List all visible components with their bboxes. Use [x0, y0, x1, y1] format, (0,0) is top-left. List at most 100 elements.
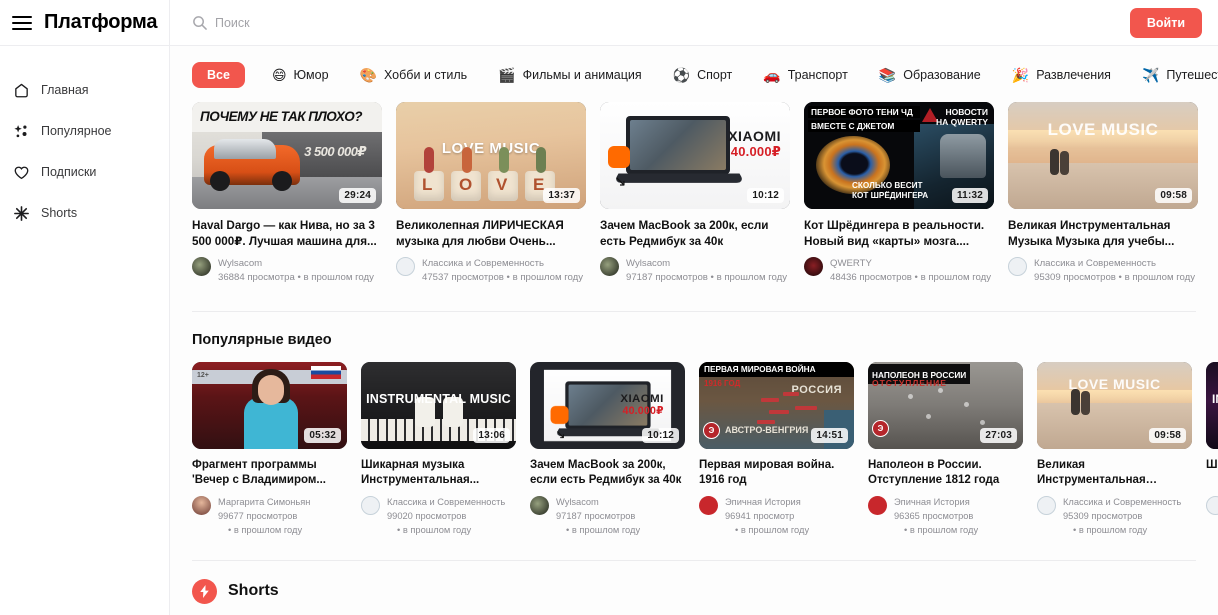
chip-label: Юмор [293, 68, 329, 82]
popular-video-card[interactable]: LOVE MUSIC 09:58 Великая Инструментальна… [1037, 361, 1192, 538]
video-title[interactable]: Шикарная музыка Инструментальная... [361, 458, 516, 489]
channel-name[interactable]: QWERTY [830, 257, 991, 271]
video-title[interactable]: Великая Инструментальная Музыка Музыка д… [1008, 218, 1198, 249]
video-title[interactable]: Наполеон в России. Отступление 1812 года [868, 458, 1023, 489]
channel-avatar[interactable] [699, 495, 718, 515]
popular-video-card[interactable]: INSTRUMENTAL MUSIC 13:06 Шикарная музыка… [361, 361, 516, 538]
category-chip-films[interactable]: 🎬 Фильмы и анимация [498, 68, 642, 82]
video-title[interactable]: Haval Dargo — как Нива, но за 3 500 000₽… [192, 218, 382, 249]
channel-name[interactable]: Эпичная История [725, 496, 809, 510]
video-duration-badge: 29:24 [339, 188, 376, 203]
category-chip-all[interactable]: Все [192, 62, 245, 88]
login-button[interactable]: Войти [1129, 7, 1202, 38]
video-thumbnail[interactable]: ↘ XIAOMI 40.000₽ 10:12 [530, 361, 685, 449]
channel-name[interactable]: Классика и Современность [422, 257, 583, 271]
category-chip-humor[interactable]: 😄 Юмор [272, 68, 329, 82]
video-thumbnail[interactable]: ПЕРВАЯ МИРОВАЯ ВОЙНА 1916 ГОД РОССИЯ АВС… [699, 361, 854, 449]
channel-name[interactable]: Эпичная История [894, 496, 978, 510]
sparkle-icon [14, 124, 27, 137]
popular-video-card[interactable]: ↘ XIAOMI 40.000₽ 10:12 Зачем MacBook за … [530, 361, 685, 538]
video-thumbnail[interactable]: LOVE MUSIC 09:58 [1037, 361, 1192, 449]
category-chip-entertainment[interactable]: 🎉 Развлечения [1012, 68, 1111, 82]
video-thumbnail[interactable]: LOVE MUSIC 09:58 [1008, 102, 1198, 209]
video-thumbnail[interactable]: 12+ 05:32 [192, 361, 347, 449]
sidebar-item-subscriptions[interactable]: Подписки [0, 156, 169, 188]
channel-avatar[interactable] [192, 257, 211, 277]
video-age: • в прошлом году [397, 524, 472, 535]
video-duration-badge: 13:06 [473, 427, 510, 443]
hamburger-menu-icon[interactable] [12, 12, 34, 34]
video-title[interactable]: Зачем MacBook за 200к, если есть Редмибу… [530, 458, 685, 489]
video-title[interactable]: Великолепная ЛИРИЧЕСКАЯ музыка для любви… [396, 218, 586, 249]
video-stats: 36884 просмотра • в прошлом году [218, 272, 374, 284]
popular-video-card[interactable]: НАПОЛЕОН В РОССИИ ОТСТУПЛЕНИЕ Э 27:03 На… [868, 361, 1023, 538]
channel-name[interactable]: Маргарита Симоньян [218, 496, 310, 510]
video-title[interactable]: Фрагмент программы 'Вечер с Владимиром..… [192, 458, 347, 489]
video-title[interactable]: Великая Инструментальная Музыка Музыка д… [1037, 458, 1192, 489]
popular-video-card[interactable]: ПЕРВАЯ МИРОВАЯ ВОЙНА 1916 ГОД РОССИЯ АВС… [699, 361, 854, 538]
channel-avatar[interactable] [192, 495, 211, 515]
video-title[interactable]: Зачем MacBook за 200к, если есть Редмибу… [600, 218, 790, 249]
video-card[interactable]: ПЕРВОЕ ФОТО ТЕНИ ЧД ВМЕСТЕ С ДЖЕТОМ НОВО… [804, 102, 994, 285]
channel-avatar[interactable] [530, 495, 549, 515]
channel-name[interactable]: Wylsacom [218, 257, 374, 271]
mi-logo-icon [550, 405, 569, 424]
video-card[interactable]: ↘ XIAOMI 40.000₽ 10:12 Зачем MacBook за … [600, 102, 790, 285]
category-chip-travel[interactable]: ✈️ Путешествия [1142, 68, 1218, 82]
popular-video-card[interactable]: 12+ 05:32 Фрагмент программы 'Вечер с Вл… [192, 361, 347, 538]
video-thumbnail[interactable]: ПОЧЕМУ НЕ ТАК ПЛОХО? 3 500 000₽ 29:24 [192, 102, 382, 209]
popular-video-card[interactable]: IN Шик Инс [1206, 361, 1218, 538]
category-chip-hobby[interactable]: 🎨 Хобби и стиль [360, 68, 468, 82]
channel-name[interactable]: Wylsacom [556, 496, 640, 510]
main-content: Все 😄 Юмор 🎨 Хобби и стиль 🎬 Фильмы и ан… [170, 46, 1218, 615]
sidebar-item-home[interactable]: Главная [0, 74, 169, 106]
video-meta: Классика и Современность 47537 просмотро… [396, 257, 586, 285]
arrow-icon: ↘ [614, 173, 627, 190]
video-duration-badge: 05:32 [304, 427, 341, 443]
video-thumbnail[interactable]: INSTRUMENTAL MUSIC 13:06 [361, 361, 516, 449]
video-duration-badge: 10:12 [642, 427, 679, 443]
video-meta: Классика и Современность 95309 просмотро… [1008, 257, 1198, 285]
video-card[interactable]: LOVE MUSIC 09:58 Великая Инструментальна… [1008, 102, 1198, 285]
channel-avatar[interactable] [600, 257, 619, 277]
video-thumbnail[interactable]: IN [1206, 361, 1218, 449]
channel-avatar[interactable] [868, 495, 887, 515]
channel-avatar[interactable] [1206, 495, 1218, 515]
video-age: • в прошлом году [1073, 524, 1148, 535]
thumbnail-news-label: НОВОСТИ [945, 107, 988, 117]
sidebar-item-popular[interactable]: Популярное [0, 115, 169, 147]
video-age: • в прошлом году [735, 524, 810, 535]
video-card[interactable]: LOVE MUSIC LOVE 13:37 Великолепная ЛИРИЧ… [396, 102, 586, 285]
channel-avatar[interactable] [804, 257, 823, 277]
heart-icon [14, 166, 29, 179]
sidebar-item-label: Популярное [41, 124, 112, 138]
search-input[interactable] [215, 15, 515, 30]
app-header: Платформа Войти [0, 0, 1218, 46]
channel-avatar[interactable] [1008, 257, 1027, 277]
video-thumbnail[interactable]: LOVE MUSIC LOVE 13:37 [396, 102, 586, 209]
sidebar-item-shorts[interactable]: Shorts [0, 197, 169, 229]
category-chip-transport[interactable]: 🚗 Транспорт [763, 68, 848, 82]
video-thumbnail[interactable]: ПЕРВОЕ ФОТО ТЕНИ ЧД ВМЕСТЕ С ДЖЕТОМ НОВО… [804, 102, 994, 209]
category-chip-sport[interactable]: ⚽ Спорт [673, 68, 733, 82]
channel-avatar[interactable] [396, 257, 415, 277]
channel-avatar[interactable] [361, 495, 380, 515]
video-meta: Wylsacom 36884 просмотра • в прошлом год… [192, 257, 382, 285]
video-meta: Классика и Современность 95309 просмотро… [1037, 495, 1192, 538]
search-box[interactable] [192, 15, 515, 30]
video-thumbnail[interactable]: ↘ XIAOMI 40.000₽ 10:12 [600, 102, 790, 209]
video-card[interactable]: ПОЧЕМУ НЕ ТАК ПЛОХО? 3 500 000₽ 29:24 Ha… [192, 102, 382, 285]
video-title[interactable]: Шик Инс [1206, 458, 1218, 489]
thumbnail-price: 3 500 000₽ [304, 144, 366, 159]
channel-avatar[interactable] [1037, 495, 1056, 515]
popular-section-title: Популярные видео [192, 331, 332, 348]
channel-name[interactable]: Классика и Современность [387, 496, 505, 510]
channel-name[interactable]: Классика и Современность [1063, 496, 1181, 510]
video-thumbnail[interactable]: НАПОЛЕОН В РОССИИ ОТСТУПЛЕНИЕ Э 27:03 [868, 361, 1023, 449]
video-meta: Wylsacom 97187 просмотров • в прошлом го… [600, 257, 790, 285]
channel-name[interactable]: Классика и Современность [1034, 257, 1195, 271]
video-title[interactable]: Кот Шрёдингера в реальности. Новый вид «… [804, 218, 994, 249]
video-title[interactable]: Первая мировая война. 1916 год [699, 458, 854, 489]
channel-name[interactable]: Wylsacom [626, 257, 787, 271]
category-chip-education[interactable]: 📚 Образование [879, 68, 981, 82]
